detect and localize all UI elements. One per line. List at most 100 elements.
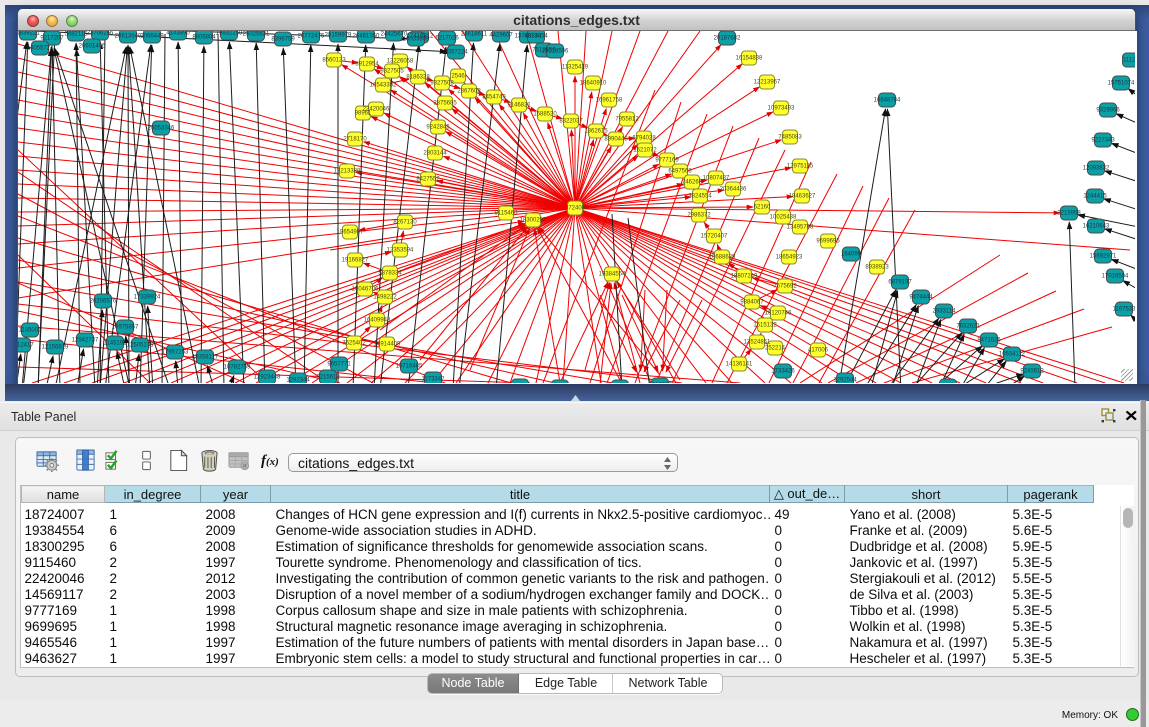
svg-text:19166827: 19166827 xyxy=(342,258,369,264)
svg-text:1244415: 1244415 xyxy=(1083,194,1107,200)
svg-text:12505175: 12505175 xyxy=(127,343,154,349)
svg-text:25025631: 25025631 xyxy=(243,32,270,38)
svg-text:19218506: 19218506 xyxy=(542,49,569,55)
svg-text:746266: 746266 xyxy=(682,180,703,186)
svg-text:20813640: 20813640 xyxy=(115,34,142,40)
svg-text:18654923: 18654923 xyxy=(776,255,803,261)
svg-text:16409948: 16409948 xyxy=(364,318,391,324)
svg-text:7357224: 7357224 xyxy=(444,50,468,56)
svg-text:12353594: 12353594 xyxy=(387,248,414,254)
svg-text:13226058: 13226058 xyxy=(387,59,414,65)
svg-text:9217207: 9217207 xyxy=(40,36,64,42)
svg-text:7485083: 7485083 xyxy=(778,135,802,141)
svg-text:17957253: 17957253 xyxy=(162,350,189,356)
svg-text:11127: 11127 xyxy=(1123,58,1135,64)
svg-text:16033809: 16033809 xyxy=(403,37,430,43)
svg-text:12093832: 12093832 xyxy=(1083,166,1110,172)
svg-text:2803144: 2803144 xyxy=(423,151,447,157)
svg-text:11325419: 11325419 xyxy=(562,65,589,71)
svg-text:19832259: 19832259 xyxy=(216,31,243,37)
svg-text:4429607: 4429607 xyxy=(489,33,513,39)
svg-text:9242845: 9242845 xyxy=(426,125,450,131)
svg-text:12975115: 12975115 xyxy=(787,164,814,170)
svg-text:9884067: 9884067 xyxy=(740,300,764,306)
svg-text:12213389: 12213389 xyxy=(334,169,361,175)
svg-text:23706266: 23706266 xyxy=(87,31,114,37)
svg-text:417006: 417006 xyxy=(808,348,829,354)
svg-text:14136141: 14136141 xyxy=(726,362,753,368)
svg-text:9215612: 9215612 xyxy=(316,375,340,381)
svg-text:2718170: 2718170 xyxy=(343,137,367,143)
svg-text:26206576: 26206576 xyxy=(90,299,117,305)
svg-text:3215958: 3215958 xyxy=(1057,211,1081,217)
svg-text:8660123: 8660123 xyxy=(322,58,346,64)
svg-text:16120746: 16120746 xyxy=(765,311,792,317)
svg-text:8427552: 8427552 xyxy=(416,177,440,183)
svg-text:18300295: 18300295 xyxy=(520,218,547,224)
svg-text:1588520: 1588520 xyxy=(533,112,557,118)
svg-text:3875685: 3875685 xyxy=(433,101,457,107)
svg-text:26618611: 26618611 xyxy=(461,32,488,38)
svg-text:9245612: 9245612 xyxy=(1020,369,1044,375)
svg-text:2867608: 2867608 xyxy=(457,89,481,95)
svg-text:9327508: 9327508 xyxy=(430,81,454,87)
svg-text:8990448: 8990448 xyxy=(604,137,628,143)
svg-text:10046706: 10046706 xyxy=(352,287,379,293)
svg-text:1615132: 1615132 xyxy=(753,323,777,329)
svg-text:8938923: 8938923 xyxy=(865,265,889,271)
svg-text:22420046: 22420046 xyxy=(363,107,390,113)
svg-text:3824554: 3824554 xyxy=(688,194,712,200)
svg-text:8396759: 8396759 xyxy=(271,37,295,43)
svg-text:2066449: 2066449 xyxy=(140,34,164,40)
svg-text:62160: 62160 xyxy=(754,205,771,211)
svg-text:10975857: 10975857 xyxy=(112,325,139,331)
svg-text:20772475: 20772475 xyxy=(298,34,325,40)
svg-text:12156819: 12156819 xyxy=(42,345,69,351)
svg-text:20691406: 20691406 xyxy=(79,44,106,50)
svg-text:8322037: 8322037 xyxy=(559,119,583,125)
svg-text:3912417: 3912417 xyxy=(18,343,34,349)
svg-text:8454749: 8454749 xyxy=(482,95,506,101)
svg-text:26461350: 26461350 xyxy=(353,34,380,40)
svg-text:8813054: 8813054 xyxy=(524,34,548,40)
svg-text:8912954: 8912954 xyxy=(355,62,379,68)
svg-text:9327505: 9327505 xyxy=(380,69,404,75)
svg-text:1292344: 1292344 xyxy=(286,378,310,384)
svg-text:9146821: 9146821 xyxy=(507,103,531,109)
svg-text:1839221: 1839221 xyxy=(18,31,40,37)
svg-text:5682115: 5682115 xyxy=(65,32,89,38)
svg-text:15720407: 15720407 xyxy=(701,234,728,240)
svg-text:9115460: 9115460 xyxy=(495,211,519,217)
svg-text:6217026: 6217026 xyxy=(435,36,459,42)
svg-text:2933114: 2933114 xyxy=(933,309,957,315)
svg-text:9329966: 9329966 xyxy=(1096,108,1120,114)
svg-text:20187682: 20187682 xyxy=(714,36,741,42)
svg-text:16210643: 16210643 xyxy=(1083,224,1110,230)
svg-text:8186328: 8186328 xyxy=(406,75,430,81)
svg-text:12942737: 12942737 xyxy=(72,338,99,344)
svg-text:5878334: 5878334 xyxy=(378,271,402,277)
svg-text:1173342: 1173342 xyxy=(422,377,446,383)
svg-text:16543362: 16543362 xyxy=(370,83,397,89)
svg-text:16154838: 16154838 xyxy=(736,56,763,62)
svg-text:16961758: 16961758 xyxy=(596,98,623,104)
svg-text:9699695: 9699695 xyxy=(816,239,840,245)
svg-text:6497568: 6497568 xyxy=(668,169,692,175)
svg-text:1498222: 1498222 xyxy=(373,295,397,301)
svg-text:15751074: 15751074 xyxy=(1108,81,1135,87)
svg-text:18640910: 18640910 xyxy=(580,81,607,87)
svg-text:17339924: 17339924 xyxy=(134,295,161,301)
svg-text:9215332: 9215332 xyxy=(648,383,672,384)
svg-text:19384554: 19384554 xyxy=(599,272,626,278)
svg-text:7955812: 7955812 xyxy=(615,117,639,123)
svg-text:9657771: 9657771 xyxy=(327,362,351,368)
svg-text:9777169: 9777169 xyxy=(655,158,679,164)
svg-text:10654112: 10654112 xyxy=(999,352,1026,358)
svg-text:7625402: 7625402 xyxy=(342,341,366,347)
svg-text:12923448: 12923448 xyxy=(254,375,281,381)
svg-text:18724007: 18724007 xyxy=(562,206,589,212)
svg-text:16914409: 16914409 xyxy=(374,342,401,348)
svg-text:8806804: 8806804 xyxy=(192,35,216,41)
svg-text:7632621: 7632621 xyxy=(956,324,980,330)
svg-text:28159979: 28159979 xyxy=(325,33,352,39)
